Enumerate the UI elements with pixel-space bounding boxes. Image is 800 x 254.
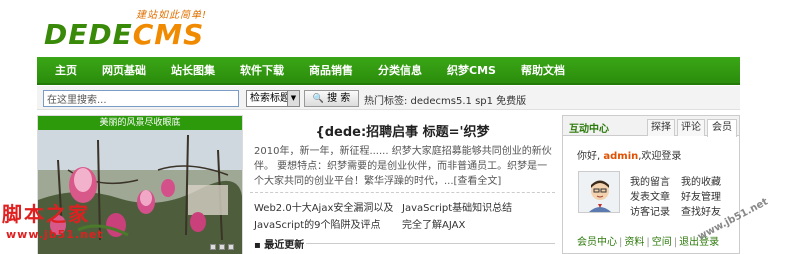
slide-dot[interactable] (210, 244, 216, 250)
chevron-down-icon: ▼ (287, 91, 299, 106)
post-article-link[interactable]: 发表文章 (630, 188, 670, 203)
nav-item-gallery[interactable]: 站长图集 (171, 62, 215, 78)
avatar[interactable] (578, 171, 620, 213)
tab-picks[interactable]: 探择 (647, 119, 675, 136)
search-icon: 🔍 (312, 94, 324, 104)
search-button[interactable]: 🔍 搜 索 (304, 90, 359, 107)
member-panel-header: 互动中心 探择 评论 会员 (563, 116, 739, 137)
find-friends-link[interactable]: 查找好友 (681, 203, 721, 218)
nav-item-home[interactable]: 主页 (55, 62, 77, 78)
article-link[interactable]: JavaScript基础知识总结 (402, 199, 512, 214)
slideshow-pager (207, 244, 234, 250)
main-nav: 主页 网页基础 站长图集 软件下载 商品销售 分类信息 织梦CMS 帮助文档 (37, 57, 740, 85)
article-summary: 2010年，新一年，新征程...... 织梦大家庭招募能够共同创业的新伙伴。 要… (254, 146, 552, 187)
nav-item-sales[interactable]: 商品销售 (309, 62, 353, 78)
slideshow-title: 美丽的风景尽收眼底 (38, 116, 242, 130)
nav-item-web-basics[interactable]: 网页基础 (102, 62, 146, 78)
nav-item-help[interactable]: 帮助文档 (521, 62, 565, 78)
article-link[interactable]: 完全了解AJAX (402, 216, 465, 231)
member-panel-title: 互动中心 (569, 124, 609, 135)
search-bar: 检索标题 ▼ 🔍 搜 索 热门标签: dedecms5.1 sp1 免费版 (37, 86, 740, 110)
username[interactable]: admin (603, 151, 638, 162)
member-center-link[interactable]: 会员中心 (577, 237, 617, 248)
nav-item-classifieds[interactable]: 分类信息 (378, 62, 422, 78)
visitor-log-link[interactable]: 访客记录 (630, 203, 670, 218)
article-link[interactable]: JavaScript的9个陷阱及评点 (254, 216, 381, 231)
divider (250, 192, 555, 193)
nav-item-dedecms[interactable]: 织梦CMS (447, 62, 496, 78)
site-watermark: 脚本之家 www.jb51.net (2, 202, 104, 241)
slide-dot[interactable] (219, 244, 225, 250)
user-avatar-icon (579, 172, 619, 212)
article-link[interactable]: Web2.0十大Ajax安全漏洞以及 (254, 199, 393, 214)
tab-comments[interactable]: 评论 (677, 119, 705, 136)
profile-link[interactable]: 资料 (624, 237, 644, 248)
friend-manage-link[interactable]: 好友管理 (681, 188, 721, 203)
space-link[interactable]: 空间 (652, 237, 672, 248)
slide-dot[interactable] (228, 244, 234, 250)
search-type-select[interactable]: 检索标题 ▼ (246, 90, 300, 107)
logo-text: DEDECMS (44, 18, 205, 51)
hot-tags: 热门标签: dedecms5.1 sp1 免费版 (364, 96, 527, 107)
divider (306, 243, 555, 244)
bullet-icon: ▪ (254, 240, 261, 251)
my-messages-link[interactable]: 我的留言 (630, 173, 670, 188)
dedecms-logo[interactable]: 建站如此简单! DEDECMS (44, 4, 214, 54)
nav-item-downloads[interactable]: 软件下载 (240, 62, 284, 78)
my-favorites-link[interactable]: 我的收藏 (681, 173, 721, 188)
tab-member[interactable]: 会员 (707, 119, 737, 137)
featured-article: {dede:招聘启事 标题='织梦 2010年，新一年，新征程...... 织梦… (250, 115, 555, 254)
recent-updates-heading: ▪ 最近更新 (254, 240, 305, 251)
header: 建站如此简单! DEDECMS (0, 0, 800, 54)
article-headline[interactable]: {dede:招聘启事 标题='织梦 (250, 121, 555, 140)
welcome-message: 你好, admin,欢迎登录 (577, 151, 682, 162)
search-input[interactable] (43, 90, 239, 107)
